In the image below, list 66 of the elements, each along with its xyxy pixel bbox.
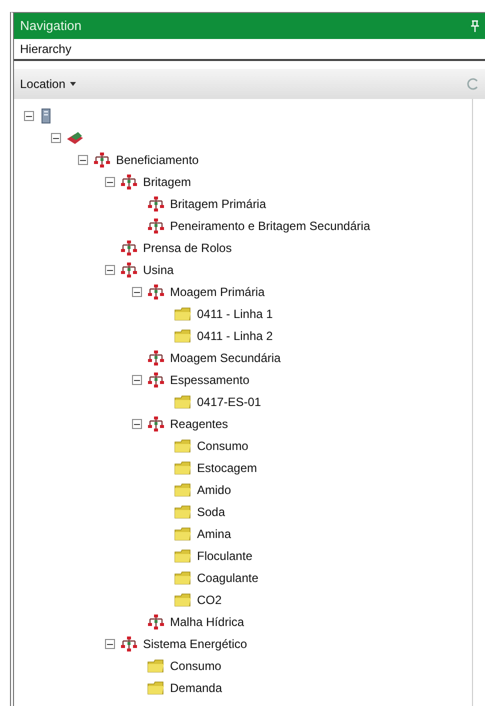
collapse-toggle[interactable]: [51, 133, 61, 143]
tree-item[interactable]: Moagem Primária: [170, 283, 265, 301]
tree-item[interactable]: 0411 - Linha 2: [197, 327, 273, 345]
folder-icon: [174, 592, 192, 608]
folder-icon: [174, 394, 192, 410]
folder-icon: [174, 482, 192, 498]
tree-item[interactable]: Britagem Primária: [170, 195, 266, 213]
tree-item[interactable]: Soda: [197, 503, 226, 521]
network-icon: [147, 372, 165, 388]
collapse-toggle[interactable]: [132, 419, 142, 429]
collapse-toggle[interactable]: [105, 177, 115, 187]
collapse-toggle[interactable]: [132, 375, 142, 385]
caret-icon: [70, 82, 76, 86]
tree-item[interactable]: Floculante: [197, 547, 252, 565]
panel-title: Navigation: [20, 17, 82, 36]
tree-item[interactable]: Beneficiamento: [116, 151, 199, 169]
network-icon: [147, 416, 165, 432]
tree-item[interactable]: Malha Hídrica: [170, 613, 244, 631]
network-icon: [120, 262, 138, 278]
network-icon: [93, 152, 111, 168]
tree-item[interactable]: CO2: [197, 591, 222, 609]
collapse-toggle[interactable]: [24, 111, 34, 121]
pin-icon[interactable]: [471, 20, 479, 32]
tree-item[interactable]: Espessamento: [170, 371, 250, 389]
network-icon: [147, 196, 165, 212]
hierarchy-label: Hierarchy: [20, 41, 72, 58]
tree-item[interactable]: Britagem: [143, 173, 192, 191]
tree-item[interactable]: Amina: [197, 525, 232, 543]
tree-item[interactable]: 0417-ES-01: [197, 393, 262, 411]
tree-item[interactable]: Consumo: [197, 437, 248, 455]
folder-icon: [174, 548, 192, 564]
collapse-toggle[interactable]: [105, 639, 115, 649]
folder-icon: [174, 460, 192, 476]
network-icon: [147, 614, 165, 630]
network-icon: [120, 240, 138, 256]
tree-item[interactable]: Usina: [143, 261, 174, 279]
tree-item[interactable]: Coagulante: [197, 569, 258, 587]
tree-item[interactable]: 0411 - Linha 1: [197, 305, 273, 323]
tree-item[interactable]: Consumo: [170, 657, 222, 675]
tree-item[interactable]: Sistema Energético: [143, 635, 248, 653]
collapse-toggle[interactable]: [132, 287, 142, 297]
tree-item[interactable]: Estocagem: [197, 459, 258, 477]
folder-icon: [174, 504, 192, 520]
folder-icon: [174, 328, 192, 344]
site-icon: [66, 130, 84, 146]
location-dropdown[interactable]: Location: [20, 75, 76, 93]
folder-icon: [174, 570, 192, 586]
folder-icon: [147, 658, 165, 674]
tree-item[interactable]: Moagem Secundária: [170, 349, 281, 367]
folder-icon: [147, 680, 165, 696]
network-icon: [147, 218, 165, 234]
collapse-toggle[interactable]: [78, 155, 88, 165]
network-icon: [147, 350, 165, 366]
folder-icon: [174, 306, 192, 322]
tree-item[interactable]: Peneiramento e Britagem Secundária: [170, 217, 370, 235]
server-icon: [39, 108, 53, 124]
tree-item[interactable]: Reagentes: [170, 415, 228, 433]
folder-icon: [174, 438, 192, 454]
collapse-toggle[interactable]: [105, 265, 115, 275]
network-icon: [120, 174, 138, 190]
network-icon: [120, 636, 138, 652]
folder-icon: [174, 526, 192, 542]
network-icon: [147, 284, 165, 300]
tree-item[interactable]: Prensa de Rolos: [143, 239, 232, 257]
tree-item[interactable]: Demanda: [170, 679, 222, 697]
tree-item[interactable]: Amido: [197, 481, 232, 499]
